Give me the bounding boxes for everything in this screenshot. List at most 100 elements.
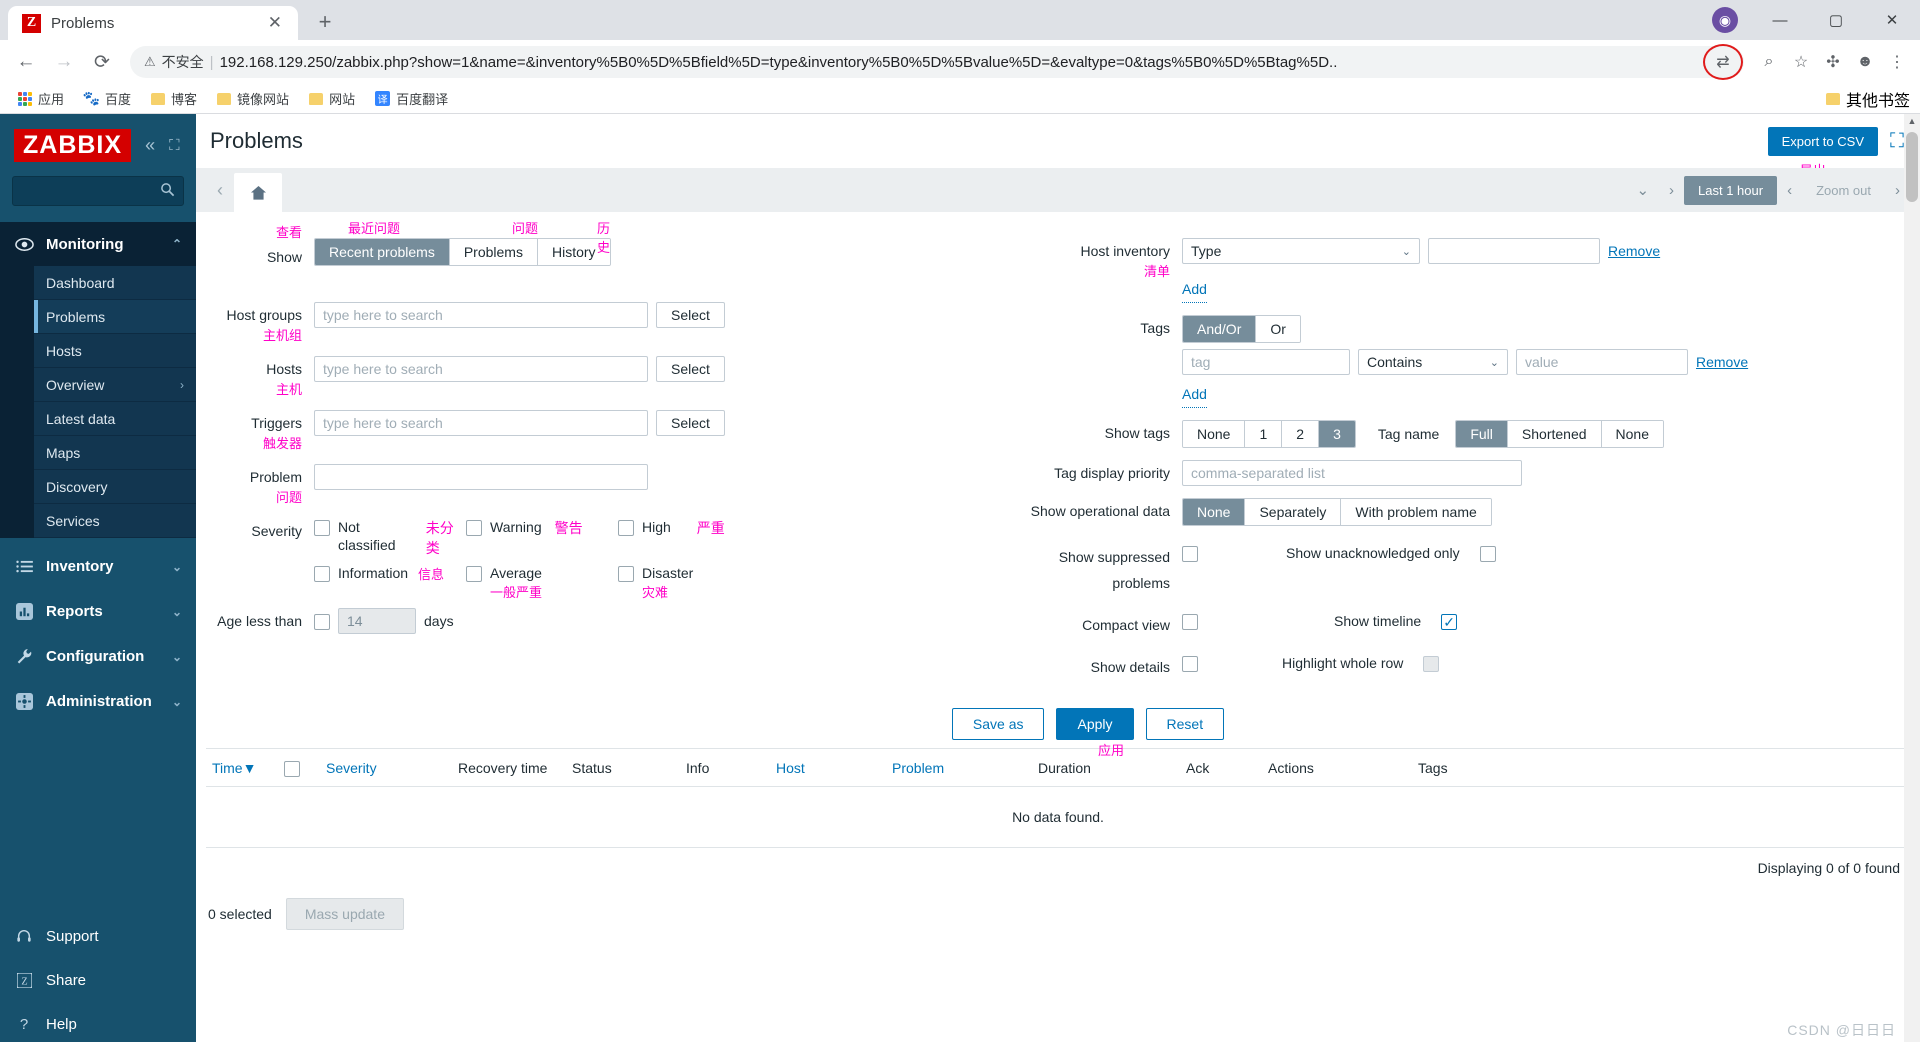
scroll-thumb[interactable] (1906, 132, 1918, 202)
hosts-select-button[interactable]: Select (656, 356, 725, 382)
mass-update-button[interactable]: Mass update (285, 898, 404, 930)
bookmark-apps[interactable]: 应用 (10, 86, 72, 111)
sidebar-item-overview[interactable]: Overview › (34, 368, 196, 402)
export-to-csv-button[interactable]: Export to CSV (1767, 126, 1878, 156)
severity-average[interactable]: Average 一般严重 (466, 564, 618, 600)
scroll-tabs-left-icon[interactable]: ‹ (206, 168, 234, 212)
show-option-problems[interactable]: Problems (449, 239, 538, 265)
severity-disaster[interactable]: Disaster 灾难 (618, 564, 770, 600)
tag-add-link[interactable]: Add (1182, 381, 1207, 408)
sidebar-item-services[interactable]: Services (34, 504, 196, 538)
sidebar-item-discovery[interactable]: Discovery (34, 470, 196, 504)
other-bookmarks[interactable]: 其他书签 (1825, 87, 1910, 111)
sidebar-item-problems[interactable]: Problems (34, 300, 196, 334)
vertical-scrollbar[interactable]: ▲ ▼ (1904, 114, 1920, 1042)
bookmark-blog[interactable]: 博客 (143, 86, 205, 111)
compact-view-checkbox[interactable] (1182, 614, 1198, 630)
collapse-sidebar-icon[interactable]: « (145, 135, 155, 156)
sidebar-item-latest-data[interactable]: Latest data (34, 402, 196, 436)
back-button[interactable]: ← (8, 44, 44, 80)
severity-checkbox[interactable] (314, 566, 330, 582)
sidebar-section-configuration[interactable]: Configuration ⌄ (0, 634, 196, 679)
zoom-prev-icon[interactable]: ‹ (1777, 182, 1802, 199)
severity-high[interactable]: High 严重 (618, 518, 770, 558)
triggers-input[interactable] (314, 410, 648, 436)
show-tags-1[interactable]: 1 (1245, 421, 1283, 447)
host-inventory-remove-link[interactable]: Remove (1608, 238, 1660, 264)
zoom-icon[interactable]: ⌕ (1754, 47, 1784, 77)
sidebar-section-administration[interactable]: Administration ⌄ (0, 679, 196, 724)
tag-name-shortened[interactable]: Shortened (1507, 421, 1602, 447)
bookmark-star-icon[interactable]: ☆ (1786, 47, 1816, 77)
operational-data-none[interactable]: None (1183, 499, 1246, 525)
hosts-input[interactable] (314, 356, 648, 382)
sidebar-item-help[interactable]: ? Help (0, 1002, 196, 1042)
filter-home-tab[interactable] (234, 173, 282, 212)
browser-tab[interactable]: Z Problems ✕ (8, 6, 298, 40)
zabbix-logo[interactable]: ZABBIX (14, 128, 132, 162)
tag-remove-link[interactable]: Remove (1696, 349, 1748, 375)
sidebar-item-hosts[interactable]: Hosts (34, 334, 196, 368)
hide-sidebar-icon[interactable]: ⛶ (169, 137, 180, 154)
bookmark-baidu-translate[interactable]: 译 百度翻译 (367, 86, 456, 111)
kiosk-mode-icon[interactable]: ⛶ (1890, 130, 1904, 153)
severity-not-classified[interactable]: Not classified 未分类 (314, 518, 466, 558)
close-tab-icon[interactable]: ✕ (262, 13, 288, 33)
operational-data-separately[interactable]: Separately (1245, 499, 1342, 525)
zoom-out-button[interactable]: Zoom out (1802, 183, 1885, 198)
show-details-checkbox[interactable] (1182, 656, 1198, 672)
scroll-up-icon[interactable]: ▲ (1904, 116, 1920, 126)
age-value-input[interactable] (338, 608, 416, 634)
reset-button[interactable]: Reset (1145, 708, 1225, 740)
sidebar-item-dashboard[interactable]: Dashboard (34, 266, 196, 300)
reload-button[interactable]: ⟳ (84, 44, 120, 80)
show-tags-none[interactable]: None (1183, 421, 1246, 447)
chevron-down-icon[interactable]: ⌄ (1626, 181, 1659, 199)
sidebar-search[interactable] (0, 176, 184, 206)
tags-evaltype-andor[interactable]: And/Or (1183, 316, 1257, 342)
sidebar-section-monitoring[interactable]: Monitoring ⌃ (0, 222, 196, 266)
select-all-checkbox[interactable] (284, 760, 300, 777)
show-unacknowledged-checkbox[interactable] (1479, 546, 1496, 562)
severity-information[interactable]: Information 信息 (314, 564, 466, 582)
highlight-whole-row-checkbox[interactable] (1423, 656, 1440, 672)
bookmark-baidu[interactable]: 🐾 百度 (76, 86, 139, 111)
tag-name-input[interactable] (1182, 349, 1350, 375)
sidebar-item-share[interactable]: Z Share (0, 958, 196, 1002)
host-groups-input[interactable] (314, 302, 648, 328)
tag-name-none[interactable]: None (1601, 421, 1663, 447)
tag-operator-select[interactable]: Contains ⌄ (1358, 349, 1508, 375)
tags-evaltype-or[interactable]: Or (1256, 316, 1300, 342)
close-window-button[interactable]: ✕ (1864, 0, 1920, 40)
sidebar-section-reports[interactable]: Reports ⌄ (0, 589, 196, 634)
host-inventory-field-select[interactable]: Type ⌄ (1182, 238, 1420, 264)
show-timeline-checkbox[interactable] (1441, 614, 1458, 630)
extensions-icon[interactable]: ✣ (1818, 47, 1848, 77)
column-time[interactable]: Time▼ (206, 760, 264, 776)
operational-data-with-problem-name[interactable]: With problem name (1341, 499, 1491, 525)
bookmark-sites[interactable]: 网站 (301, 86, 363, 111)
profile-avatar[interactable]: ◉ (1712, 7, 1738, 33)
bookmark-mirror-sites[interactable]: 镜像网站 (209, 86, 297, 111)
triggers-select-button[interactable]: Select (656, 410, 725, 436)
tag-name-full[interactable]: Full (1456, 421, 1508, 447)
translate-icon[interactable]: ⇄ (1703, 44, 1743, 80)
save-as-button[interactable]: Save as (951, 708, 1045, 740)
apply-button[interactable]: Apply (1056, 708, 1134, 740)
sidebar-item-support[interactable]: Support (0, 914, 196, 958)
column-select-all[interactable] (264, 759, 320, 777)
column-host[interactable]: Host (770, 760, 886, 776)
tag-display-priority-input[interactable] (1182, 460, 1522, 486)
severity-checkbox[interactable] (314, 520, 330, 536)
forward-button[interactable]: → (46, 44, 82, 80)
new-tab-button[interactable]: + (308, 5, 342, 39)
chevron-right-icon[interactable]: › (1659, 182, 1684, 199)
show-suppressed-checkbox[interactable] (1182, 546, 1198, 562)
menu-icon[interactable]: ⋮ (1882, 47, 1912, 77)
severity-checkbox[interactable] (618, 520, 634, 536)
column-severity[interactable]: Severity (320, 760, 452, 776)
address-bar[interactable]: ⚠ 不安全 | 192.168.129.250/zabbix.php?show=… (130, 44, 1744, 80)
host-groups-select-button[interactable]: Select (656, 302, 725, 328)
search-icon[interactable] (160, 182, 175, 201)
profile-icon[interactable]: ☻ (1850, 47, 1880, 77)
